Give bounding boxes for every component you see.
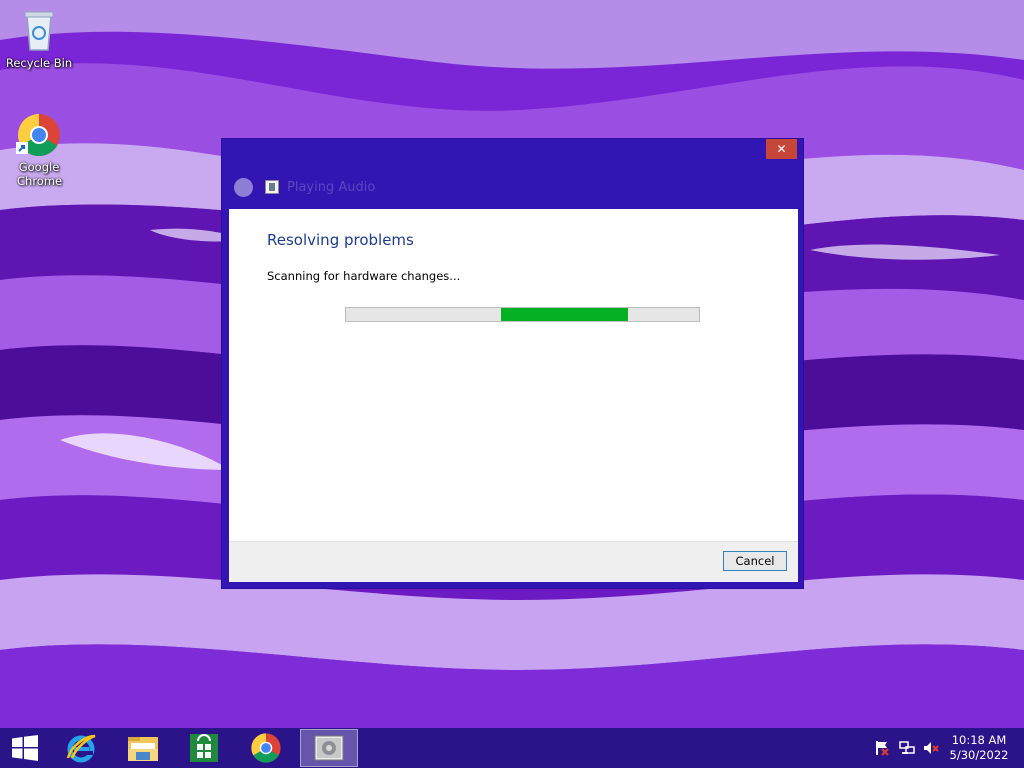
back-button[interactable] bbox=[234, 177, 253, 197]
taskbar-chrome[interactable] bbox=[238, 728, 294, 768]
volume-muted-icon[interactable] bbox=[923, 740, 939, 756]
taskbar-internet-explorer[interactable] bbox=[53, 728, 109, 768]
internet-explorer-icon bbox=[66, 734, 96, 763]
taskbar-store[interactable] bbox=[176, 728, 232, 768]
start-button[interactable] bbox=[0, 728, 50, 768]
title-bar: Playing Audio bbox=[234, 177, 375, 197]
network-icon[interactable] bbox=[899, 740, 915, 756]
clock-time: 10:18 AM bbox=[951, 733, 1007, 747]
status-text: Scanning for hardware changes... bbox=[267, 269, 461, 283]
chrome-label: Google Chrome bbox=[17, 160, 63, 188]
system-clock[interactable]: 10:18 AM 5/30/2022 bbox=[948, 733, 1010, 763]
action-center-flag-icon[interactable] bbox=[874, 740, 890, 756]
troubleshooter-icon bbox=[314, 735, 344, 761]
clock-date: 5/30/2022 bbox=[949, 748, 1009, 762]
dialog-footer: Cancel bbox=[229, 541, 798, 582]
taskbar: 10:18 AM 5/30/2022 bbox=[0, 728, 1024, 768]
progress-bar-fill bbox=[501, 308, 628, 321]
page-title: Resolving problems bbox=[267, 231, 414, 249]
store-icon bbox=[190, 734, 218, 762]
taskbar-troubleshooter[interactable] bbox=[300, 729, 358, 767]
windows-logo-icon bbox=[12, 735, 38, 761]
desktop-icon-google-chrome[interactable]: Google Chrome bbox=[1, 112, 77, 188]
cancel-button[interactable]: Cancel bbox=[723, 551, 787, 571]
desktop-icon-recycle-bin[interactable]: Recycle Bin bbox=[1, 6, 77, 70]
progress-bar bbox=[345, 307, 700, 322]
close-button[interactable]: ✕ bbox=[766, 139, 797, 159]
taskbar-file-explorer[interactable] bbox=[115, 728, 171, 768]
recycle-bin-icon bbox=[24, 11, 54, 51]
troubleshooter-window: ✕ Playing Audio Resolving problems Scann… bbox=[221, 138, 804, 589]
troubleshooter-icon bbox=[265, 180, 279, 194]
window-title: Playing Audio bbox=[287, 179, 376, 195]
file-explorer-icon bbox=[128, 737, 158, 761]
chrome-icon bbox=[16, 113, 60, 157]
dialog-content: Resolving problems Scanning for hardware… bbox=[229, 209, 798, 582]
recycle-bin-label: Recycle Bin bbox=[5, 56, 73, 70]
chrome-icon bbox=[251, 733, 281, 763]
